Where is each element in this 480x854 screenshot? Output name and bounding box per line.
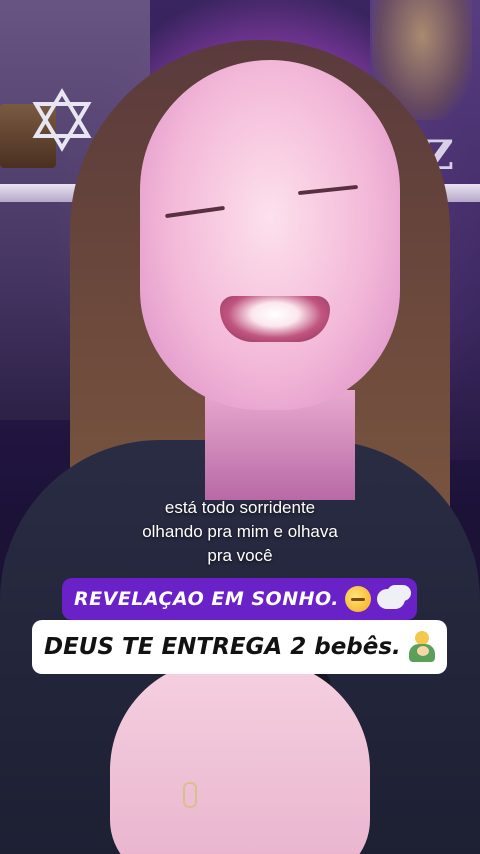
sleeping-face-icon [344, 586, 371, 612]
caption-banner-bottom: DEUS TE ENTREGA 2 bebês. [32, 620, 447, 674]
person-hand [110, 660, 370, 854]
subtitle-line: pra você [207, 546, 273, 565]
person-feeding-baby-icon [407, 631, 435, 663]
caption-banner-top: REVELAÇAO EM SONHO. [62, 578, 417, 620]
thought-cloud-icon [376, 589, 405, 609]
ring-icon [183, 782, 197, 808]
star-of-david-icon [32, 88, 92, 152]
video-frame[interactable]: ƎZ [0, 0, 480, 854]
video-subtitle: está todo sorridente olhando pra mim e o… [0, 496, 480, 568]
person-face [140, 60, 400, 410]
subtitle-line: olhando pra mim e olhava [142, 522, 338, 541]
caption-banner-top-text: REVELAÇAO EM SONHO. [74, 588, 339, 610]
caption-banner-bottom-text: DEUS TE ENTREGA 2 bebês. [44, 634, 401, 660]
subtitle-line: está todo sorridente [164, 498, 316, 517]
person-mouth [220, 296, 330, 342]
